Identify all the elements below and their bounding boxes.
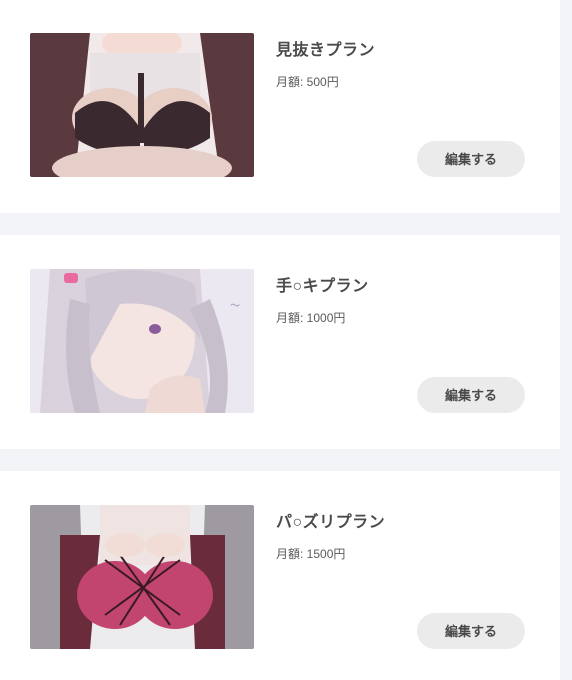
edit-plan-button[interactable]: 編集する (417, 377, 525, 413)
edit-plan-button[interactable]: 編集する (417, 613, 525, 649)
plan-title: 手○キプラン (276, 278, 369, 295)
plan-card: パ○ズリプラン 月額: 1500円 編集する (0, 471, 560, 680)
plan-title: パ○ズリプラン (276, 514, 386, 531)
plan-title: 見抜きプラン (276, 42, 376, 59)
plan-thumbnail (30, 505, 254, 649)
svg-text:〜: 〜 (230, 301, 240, 312)
plan-card: 見抜きプラン 月額: 500円 編集する (0, 0, 560, 213)
plan-price: 月額: 1500円 (276, 547, 346, 561)
edit-plan-button[interactable]: 編集する (417, 141, 525, 177)
plan-price: 月額: 1000円 (276, 311, 346, 325)
plan-thumbnail: 〜 (30, 269, 254, 413)
plan-card: 〜 手○キプラン 月額: 1000円 編集する (0, 235, 560, 449)
plan-list-page: 見抜きプラン 月額: 500円 編集する 〜 手○キプラン 月額: 1000円 … (0, 0, 572, 680)
plan-price: 月額: 500円 (276, 75, 339, 89)
plan-thumbnail (30, 33, 254, 177)
page-gutter (560, 0, 572, 680)
